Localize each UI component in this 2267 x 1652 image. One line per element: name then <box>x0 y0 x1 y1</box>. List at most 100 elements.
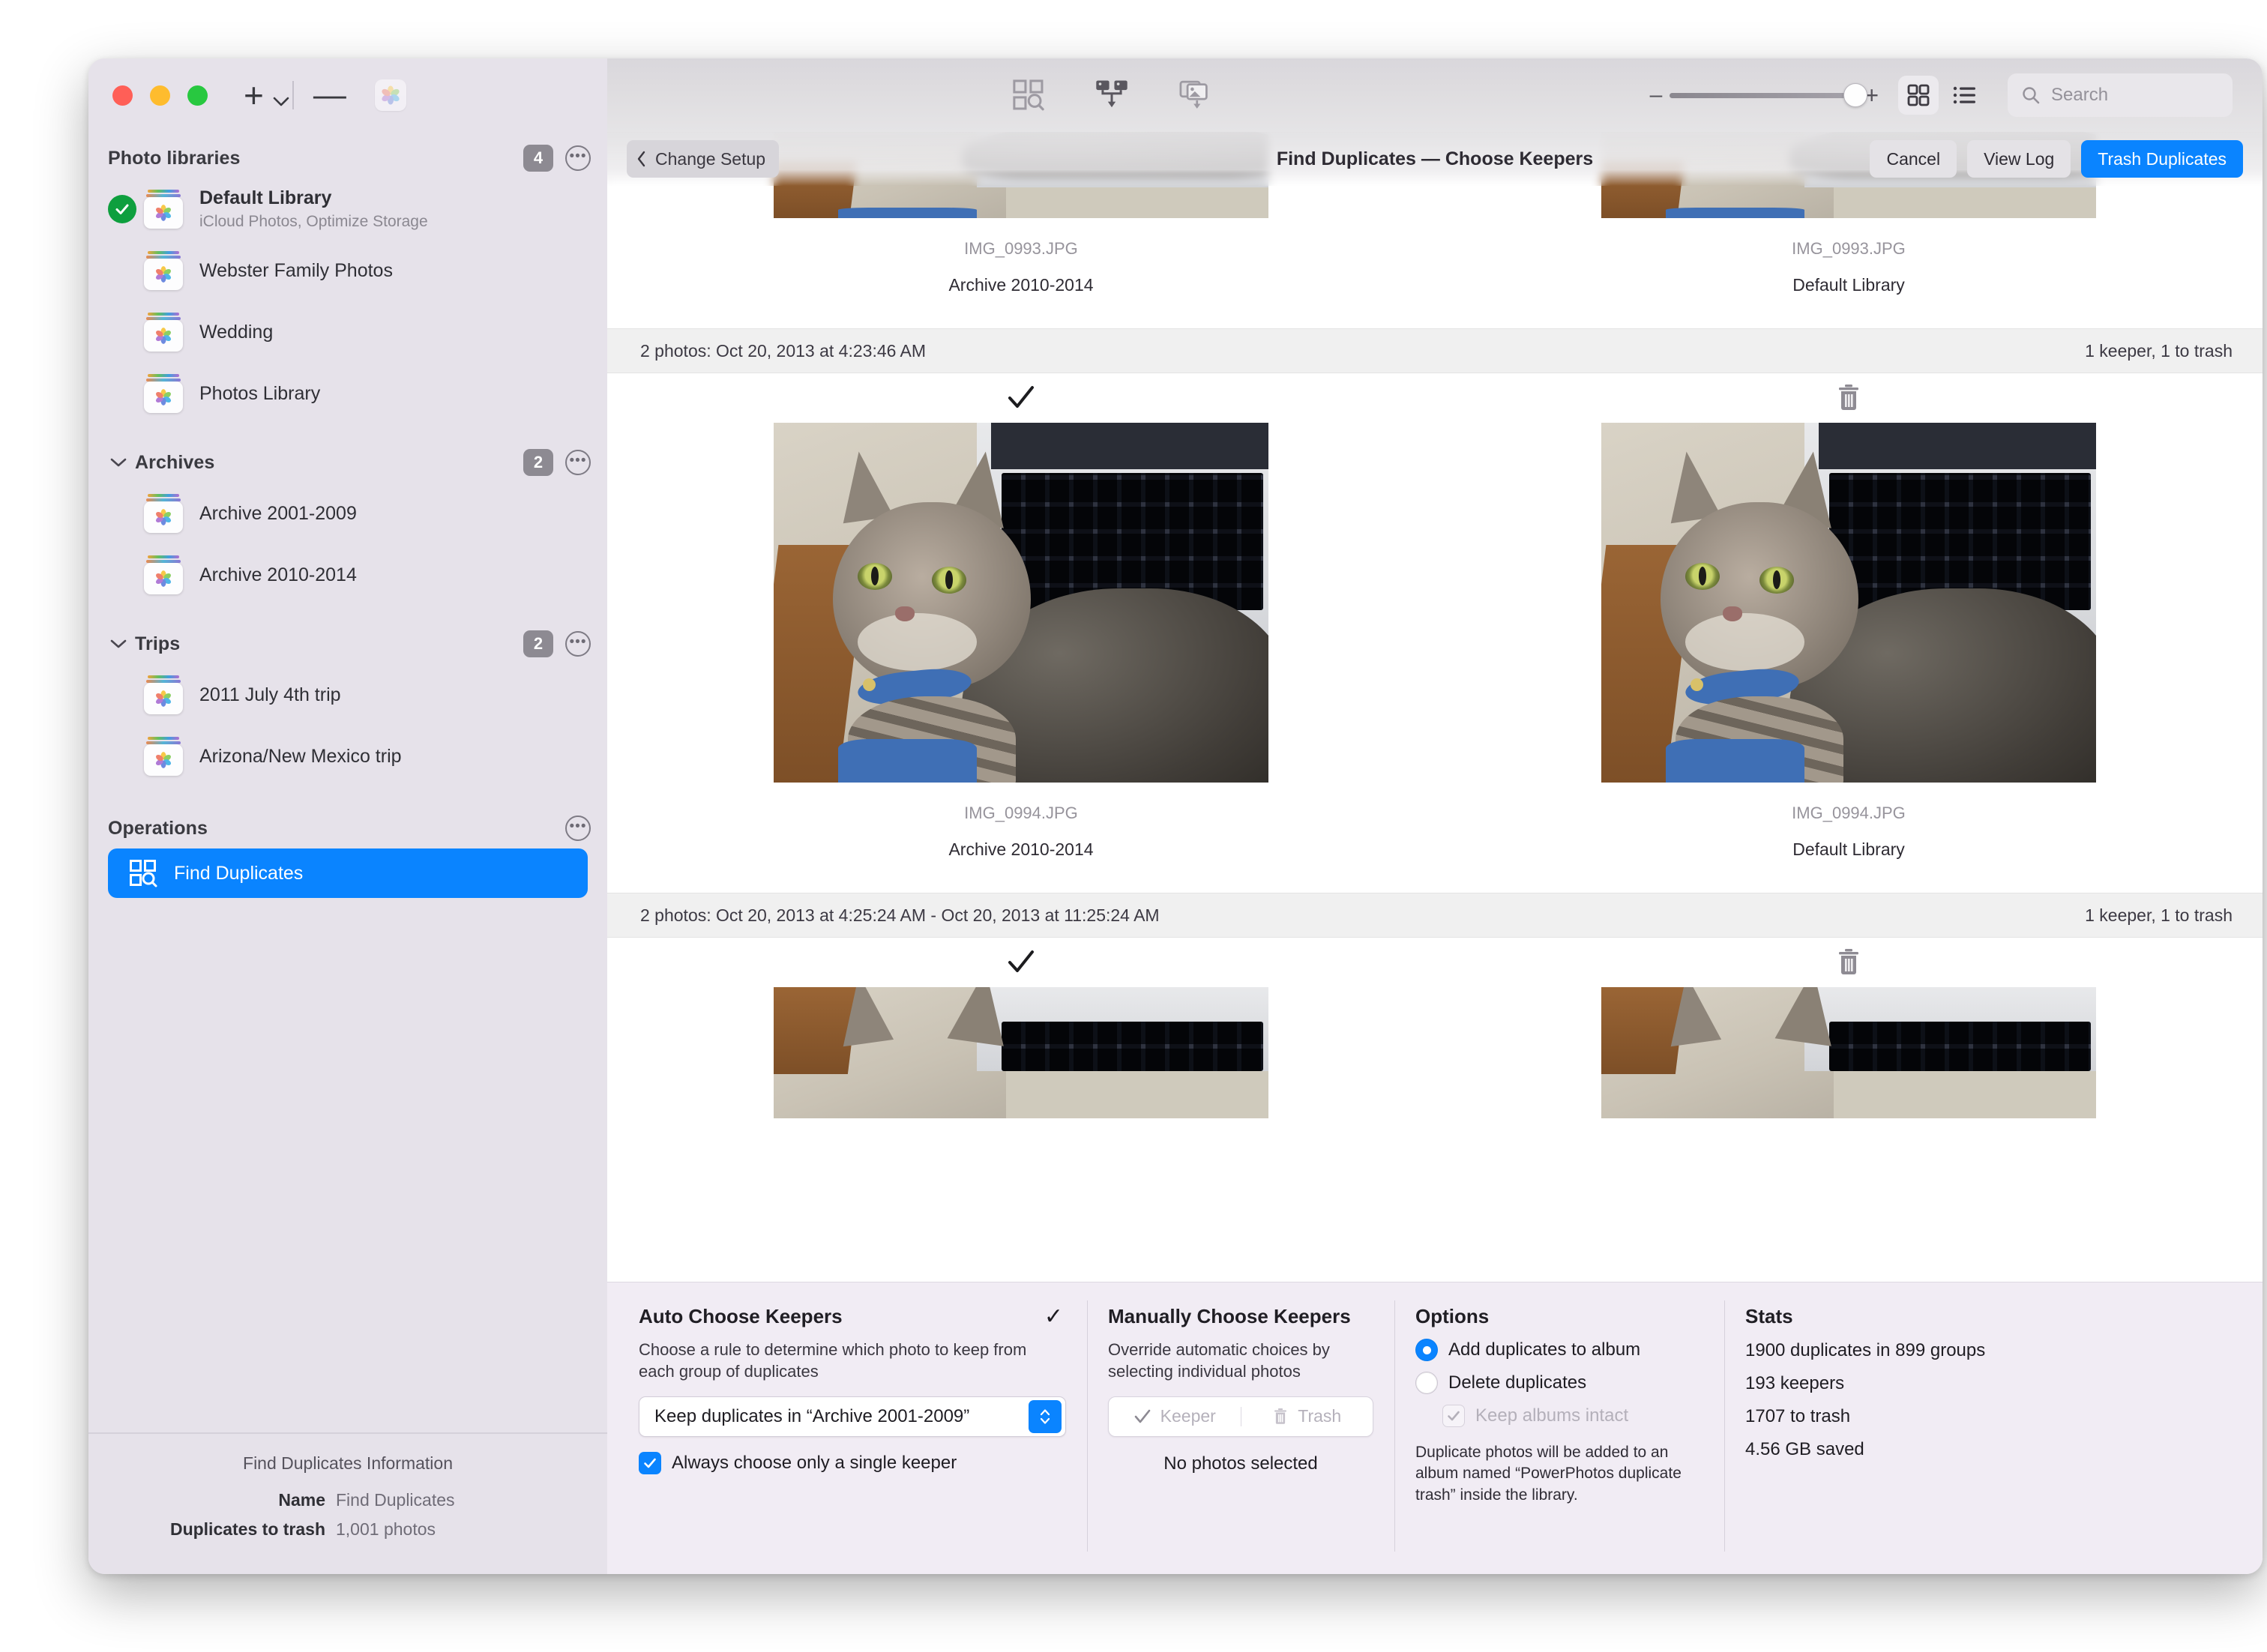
keeper-check-icon[interactable] <box>1006 938 1036 987</box>
sidebar-item-2011-july-4th-trip[interactable]: 2011 July 4th trip <box>88 664 607 726</box>
duplicate-group: 2 photos: Oct 20, 2013 at 4:23:46 AM 1 k… <box>607 328 2263 893</box>
zoom-slider-knob[interactable] <box>1843 83 1867 107</box>
grid-view-button[interactable] <box>1898 76 1939 115</box>
cancel-button[interactable]: Cancel <box>1870 140 1957 178</box>
sidebar-item-find-duplicates[interactable]: Find Duplicates <box>108 848 588 898</box>
zoom-button[interactable] <box>187 85 208 106</box>
auto-choose-keepers-description: Choose a rule to determine which photo t… <box>639 1339 1066 1383</box>
section-more-icon[interactable]: ••• <box>565 450 591 475</box>
search-field[interactable]: Search <box>2008 73 2233 117</box>
duplicate-photo-cell[interactable]: IMG_0994.JPG Archive 2010-2014 <box>607 373 1435 893</box>
section-more-icon[interactable]: ••• <box>565 816 591 841</box>
sidebar-item-archive-2010-2014[interactable]: Archive 2010-2014 <box>88 544 607 606</box>
mark-trash-button[interactable]: Trash <box>1241 1406 1373 1426</box>
options-section: Options Add duplicates to album Delete d… <box>1394 1305 1724 1574</box>
keeper-rule-dropdown[interactable]: Keep duplicates in “Archive 2001-2009” <box>639 1396 1066 1437</box>
keeper-trash-segmented-control[interactable]: Keeper <box>1108 1396 1373 1437</box>
section-more-icon[interactable]: ••• <box>565 631 591 657</box>
section-header-trips[interactable]: Trips 2 ••• <box>88 624 607 664</box>
sidebar-item-webster-family-photos[interactable]: Webster Family Photos <box>88 240 607 301</box>
photo-thumbnail[interactable] <box>774 987 1268 1118</box>
list-view-button[interactable] <box>1945 76 1985 115</box>
close-button[interactable] <box>112 85 133 106</box>
photo-library-icon <box>144 737 183 776</box>
scrollbar-thumb[interactable] <box>2249 409 2258 560</box>
duplicate-photo-cell[interactable]: IMG_0994.JPG Default Library <box>1435 373 2263 893</box>
delete-duplicates-row[interactable]: Delete duplicates <box>1415 1372 1703 1394</box>
section-more-icon[interactable]: ••• <box>565 145 591 171</box>
library-name: Archive 2001-2009 <box>199 503 357 525</box>
stats-title: Stats <box>1745 1305 1793 1328</box>
trash-duplicates-button[interactable]: Trash Duplicates <box>2081 140 2243 178</box>
copy-photos-icon[interactable] <box>1178 78 1213 112</box>
info-title: Find Duplicates Information <box>111 1453 585 1474</box>
vertical-scrollbar[interactable] <box>2249 192 2258 1276</box>
view-log-button[interactable]: View Log <box>1967 140 2071 178</box>
plus-icon: + <box>244 78 264 112</box>
search-placeholder: Search <box>2051 85 2108 106</box>
trash-icon <box>1272 1407 1289 1426</box>
library-name: Default Library <box>199 187 428 209</box>
sidebar-item-wedding[interactable]: Wedding <box>88 301 607 363</box>
thumbnail-zoom-slider[interactable]: – + <box>1650 83 1879 107</box>
photo-library-icon <box>144 251 183 290</box>
stats-section: Stats 1900 duplicates in 899 groups 193 … <box>1724 1305 2077 1574</box>
find-duplicates-icon[interactable] <box>1012 79 1045 112</box>
options-note: Duplicate photos will be added to an alb… <box>1415 1442 1703 1506</box>
search-icon <box>2021 85 2041 105</box>
section-count-badge: 2 <box>523 449 553 476</box>
add-duplicates-to-album-label: Add duplicates to album <box>1448 1339 1640 1360</box>
change-setup-button[interactable]: Change Setup <box>627 140 779 178</box>
zoom-slider-track[interactable] <box>1670 93 1857 98</box>
sidebar-list: Photo libraries 4 ••• <box>88 132 607 1432</box>
sidebar-item-arizona-new-mexico-trip[interactable]: Arizona/New Mexico trip <box>88 726 607 787</box>
section-header-archives[interactable]: Archives 2 ••• <box>88 442 607 483</box>
trash-icon[interactable] <box>1835 938 1862 987</box>
photo-thumbnail[interactable] <box>1601 423 2096 783</box>
add-duplicates-to-album-radio[interactable] <box>1415 1339 1438 1361</box>
trash-icon[interactable] <box>1835 373 1862 423</box>
keep-albums-intact-row: Keep albums intact <box>1442 1405 1703 1427</box>
minimize-button[interactable] <box>150 85 170 106</box>
sidebar-item-archive-2001-2009[interactable]: Archive 2001-2009 <box>88 483 607 544</box>
photo-library-icon <box>144 190 183 229</box>
sidebar-item-default-library[interactable]: Default Library iCloud Photos, Optimize … <box>88 178 607 240</box>
add-duplicates-to-album-row[interactable]: Add duplicates to album <box>1415 1339 1703 1361</box>
info-key: Name <box>111 1490 336 1510</box>
chevron-updown-icon[interactable] <box>1029 1400 1062 1433</box>
duplicate-photo-cell[interactable] <box>607 938 1435 1118</box>
photos-app-icon[interactable] <box>375 79 406 111</box>
library-name: Wedding <box>199 322 273 343</box>
auto-choose-keepers-title: Auto Choose Keepers <box>639 1305 843 1328</box>
section-title: Photo libraries <box>108 148 241 169</box>
delete-duplicates-radio[interactable] <box>1415 1372 1438 1394</box>
toolbar-separator <box>292 81 294 109</box>
group-header-text: 2 photos: Oct 20, 2013 at 4:23:46 AM <box>640 341 926 361</box>
add-library-button[interactable]: + <box>244 78 273 112</box>
duplicate-group-header: 2 photos: Oct 20, 2013 at 4:25:24 AM - O… <box>607 893 2263 938</box>
merge-libraries-icon[interactable] <box>1095 78 1129 112</box>
operation-action-buttons: Cancel View Log Trash Duplicates <box>1870 140 2243 178</box>
keeper-check-icon[interactable] <box>1006 373 1036 423</box>
section-count-badge: 2 <box>523 630 553 657</box>
duplicate-photo-cell[interactable] <box>1435 938 2263 1118</box>
mark-keeper-button[interactable]: Keeper <box>1109 1406 1241 1426</box>
single-keeper-checkbox-row[interactable]: Always choose only a single keeper <box>639 1452 1066 1474</box>
chevron-down-icon[interactable] <box>108 452 129 473</box>
active-library-check-icon <box>108 195 136 223</box>
photo-thumbnail[interactable] <box>1601 987 2096 1118</box>
group-header-text: 2 photos: Oct 20, 2013 at 4:25:24 AM - O… <box>640 905 1160 926</box>
single-keeper-checkbox[interactable] <box>639 1452 661 1474</box>
toolbar-right-controls: – + <box>1650 73 2233 117</box>
main-area: – + <box>607 58 2263 1574</box>
chevron-down-icon[interactable] <box>108 633 129 654</box>
zoom-out-icon[interactable]: – <box>1650 84 1663 106</box>
sidebar-item-photos-library[interactable]: Photos Library <box>88 363 607 424</box>
photo-thumbnail[interactable] <box>774 423 1268 783</box>
main-toolbar: – + <box>607 58 2263 132</box>
stat-saved: 4.56 GB saved <box>1745 1439 2056 1460</box>
stat-keepers: 193 keepers <box>1745 1373 2056 1394</box>
library-name: Photos Library <box>199 383 320 405</box>
duplicates-scroll-view[interactable]: IMG_0993.JPG Archive 2010-2014 <box>607 132 2263 1282</box>
remove-library-button[interactable]: — <box>313 79 346 112</box>
